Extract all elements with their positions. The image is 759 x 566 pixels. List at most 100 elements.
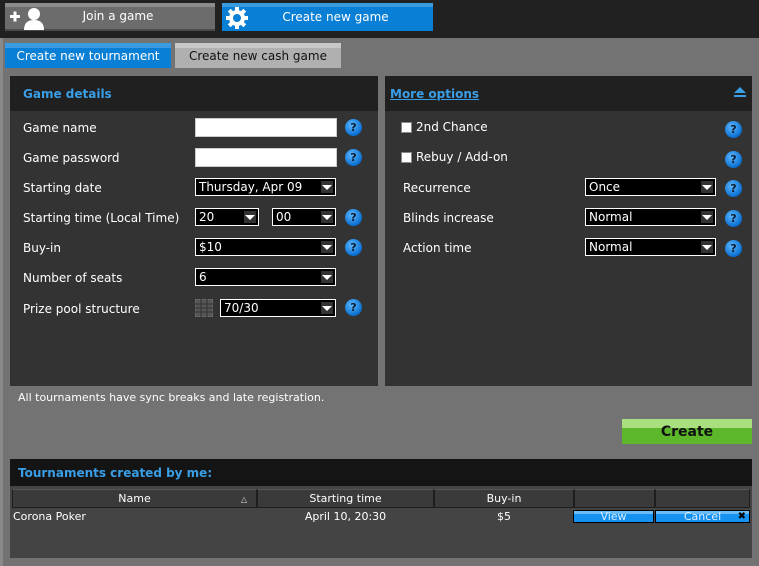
game-details-panel: Game details Game name ? Game password ?… xyxy=(10,76,378,386)
game-password-row: Game password ? xyxy=(10,148,378,170)
help-icon[interactable]: ? xyxy=(725,240,742,257)
table-header: Name △ Starting time Buy-in xyxy=(12,489,750,508)
recurrence-label: Recurrence xyxy=(403,181,471,195)
rebuy-checkbox[interactable] xyxy=(401,152,412,163)
help-icon[interactable]: ? xyxy=(725,121,742,138)
starting-minute-select[interactable]: 00 xyxy=(272,208,336,226)
starting-date-row: Starting date Thursday, Apr 09 xyxy=(10,178,378,200)
blinds-label: Blinds increase xyxy=(403,211,494,225)
column-header-name-label: Name xyxy=(118,492,151,505)
recurrence-select[interactable]: Once xyxy=(585,178,716,196)
column-header-name[interactable]: Name △ xyxy=(12,489,257,508)
help-icon[interactable]: ? xyxy=(345,299,362,316)
buy-in-row: Buy-in $10 ? xyxy=(10,238,378,260)
game-name-input[interactable] xyxy=(195,118,337,137)
chevron-down-icon xyxy=(701,181,713,193)
my-tournaments-panel: Tournaments created by me: Name △ Starti… xyxy=(10,459,752,558)
tournament-name: Corona Poker xyxy=(13,510,86,523)
buy-in-select[interactable]: $10 xyxy=(195,238,336,256)
game-password-input[interactable] xyxy=(195,148,337,167)
gear-icon xyxy=(225,6,249,33)
view-button[interactable]: View xyxy=(573,510,654,523)
seats-label: Number of seats xyxy=(23,271,123,285)
chevron-down-icon xyxy=(701,211,713,223)
chevron-down-icon xyxy=(321,181,333,193)
join-game-label: Join a game xyxy=(82,9,154,23)
prize-pool-value: 70/30 xyxy=(224,301,259,315)
prize-pool-row: Prize pool structure 70/30 ? xyxy=(10,298,378,320)
close-icon: ✖ xyxy=(737,511,746,522)
chevron-down-icon xyxy=(321,211,333,223)
second-chance-row: 2nd Chance ? xyxy=(385,120,752,142)
starting-time-label: Starting time (Local Time) xyxy=(23,211,180,225)
cancel-button-label: Cancel xyxy=(683,510,722,523)
action-time-value: Normal xyxy=(589,240,633,254)
create-button[interactable]: Create xyxy=(622,419,752,444)
game-password-label: Game password xyxy=(23,151,120,165)
prize-pool-select[interactable]: 70/30 xyxy=(220,299,336,317)
tournament-buy-in: $5 xyxy=(497,510,511,523)
chevron-down-icon xyxy=(321,271,333,283)
more-options-panel: More options 2nd Chance ? Rebuy / Add-on… xyxy=(385,76,752,386)
help-icon[interactable]: ? xyxy=(345,119,362,136)
more-options-link[interactable]: More options xyxy=(390,87,479,101)
add-user-icon xyxy=(8,6,48,33)
blinds-row: Blinds increase Normal ? xyxy=(385,208,752,230)
create-new-game-button[interactable]: Create new game xyxy=(222,3,433,31)
starting-date-label: Starting date xyxy=(23,181,102,195)
second-chance-label: 2nd Chance xyxy=(416,120,488,134)
table-row[interactable]: Corona Poker April 10, 20:30 $5 View Can… xyxy=(12,509,750,525)
game-name-row: Game name ? xyxy=(10,118,378,140)
cancel-button[interactable]: Cancel ✖ xyxy=(655,510,750,523)
create-new-game-label: Create new game xyxy=(282,10,389,24)
more-options-header: More options xyxy=(385,76,752,111)
action-time-row: Action time Normal ? xyxy=(385,238,752,260)
left-border xyxy=(0,38,3,566)
chevron-down-icon xyxy=(321,302,333,314)
game-name-label: Game name xyxy=(23,121,97,135)
starting-date-value: Thursday, Apr 09 xyxy=(199,180,303,194)
table-grid-icon[interactable] xyxy=(195,299,213,320)
tab-create-tournament[interactable]: Create new tournament xyxy=(5,43,171,68)
buy-in-label: Buy-in xyxy=(23,241,61,255)
starting-hour-value: 20 xyxy=(199,210,215,224)
blinds-select[interactable]: Normal xyxy=(585,208,716,226)
buy-in-value: $10 xyxy=(199,240,222,254)
starting-time-row: Starting time (Local Time) 20 00 ? xyxy=(10,208,378,230)
action-time-select[interactable]: Normal xyxy=(585,238,716,256)
tournament-start-time: April 10, 20:30 xyxy=(304,510,387,523)
blinds-value: Normal xyxy=(589,210,633,224)
chevron-down-icon xyxy=(321,241,333,253)
action-time-label: Action time xyxy=(403,241,472,255)
recurrence-row: Recurrence Once ? xyxy=(385,178,752,200)
help-icon[interactable]: ? xyxy=(345,149,362,166)
starting-date-select[interactable]: Thursday, Apr 09 xyxy=(195,178,336,196)
column-header-buy-in[interactable]: Buy-in xyxy=(434,489,574,508)
column-header-cancel xyxy=(655,489,750,508)
join-game-button[interactable]: Join a game xyxy=(5,3,215,31)
seats-select[interactable]: 6 xyxy=(195,268,336,286)
rebuy-row: Rebuy / Add-on ? xyxy=(385,150,752,172)
recurrence-value: Once xyxy=(589,180,621,194)
seats-row: Number of seats 6 xyxy=(10,268,378,290)
chevron-down-icon xyxy=(701,241,713,253)
starting-hour-select[interactable]: 20 xyxy=(195,208,259,226)
second-chance-checkbox[interactable] xyxy=(401,122,412,133)
starting-minute-value: 00 xyxy=(276,210,292,224)
rebuy-label: Rebuy / Add-on xyxy=(416,150,508,164)
column-header-view xyxy=(574,489,655,508)
collapse-up-icon[interactable] xyxy=(733,86,747,101)
help-icon[interactable]: ? xyxy=(345,209,362,226)
column-header-starting-time[interactable]: Starting time xyxy=(257,489,434,508)
sync-breaks-note: All tournaments have sync breaks and lat… xyxy=(18,391,325,404)
help-icon[interactable]: ? xyxy=(725,151,742,168)
my-tournaments-header: Tournaments created by me: xyxy=(10,459,752,486)
prize-pool-label: Prize pool structure xyxy=(23,302,140,316)
help-icon[interactable]: ? xyxy=(725,210,742,227)
help-icon[interactable]: ? xyxy=(345,239,362,256)
seats-value: 6 xyxy=(199,270,207,284)
sort-asc-icon: △ xyxy=(240,495,247,504)
tab-create-cash-game[interactable]: Create new cash game xyxy=(175,43,341,68)
help-icon[interactable]: ? xyxy=(725,180,742,197)
game-details-header: Game details xyxy=(10,76,378,111)
